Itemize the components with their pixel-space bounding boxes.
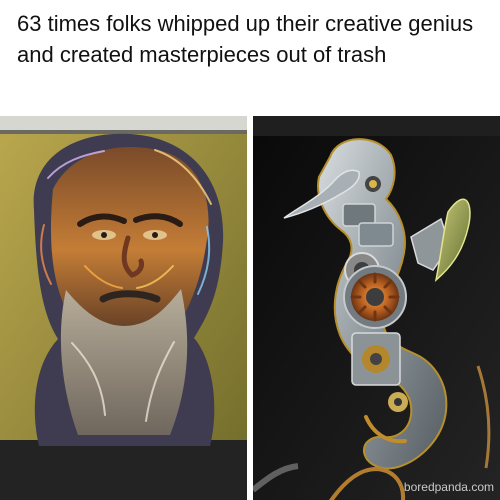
watermark-text: boredpanda.com [403, 480, 494, 494]
seahorse-sculpture-photo: boredpanda.com [253, 116, 500, 500]
portrait-mosaic-photo [0, 116, 247, 500]
post-headline: 63 times folks whipped up their creative… [17, 11, 474, 67]
